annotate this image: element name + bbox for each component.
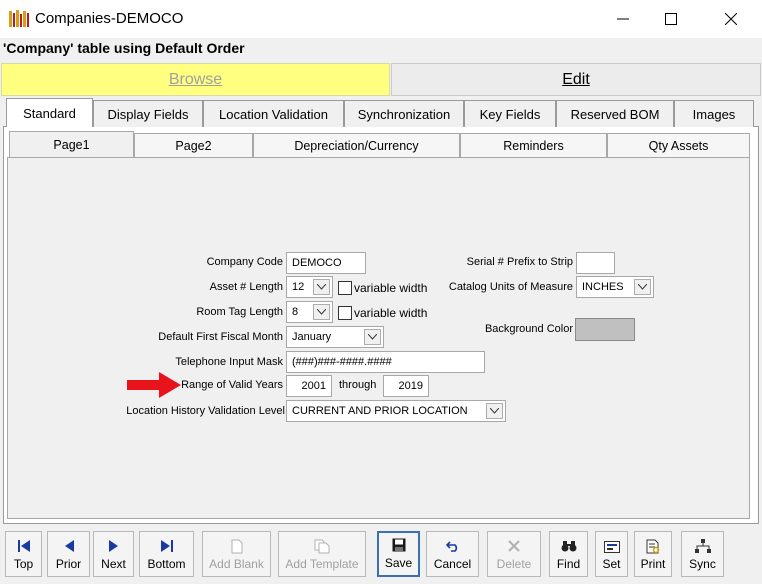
- catalog-units-label: Catalog Units of Measure: [448, 281, 573, 293]
- add-template-button[interactable]: Add Template: [278, 531, 366, 577]
- save-label: Save: [384, 556, 413, 570]
- find-button[interactable]: Find: [549, 531, 588, 577]
- first-record-icon: [17, 537, 30, 555]
- maximize-icon: [665, 13, 677, 25]
- table-order-header: 'Company' table using Default Order: [0, 38, 762, 60]
- bottom-button[interactable]: Bottom: [139, 531, 194, 577]
- room-tag-variable-width-checkbox[interactable]: [338, 306, 352, 320]
- background-color-swatch[interactable]: [575, 318, 635, 341]
- cancel-label: Cancel: [433, 557, 472, 571]
- minimize-button[interactable]: [600, 0, 646, 38]
- phone-mask-input[interactable]: (###)###-####.####: [286, 351, 485, 373]
- next-label: Next: [101, 557, 126, 571]
- tab-reserved-bom[interactable]: Reserved BOM: [556, 100, 674, 127]
- subtab-page2[interactable]: Page2: [134, 133, 253, 157]
- maximize-button[interactable]: [648, 0, 694, 38]
- asset-variable-width-checkbox[interactable]: [338, 281, 352, 295]
- cancel-button[interactable]: Cancel: [426, 531, 479, 577]
- set-icon: [603, 537, 620, 555]
- next-button[interactable]: Next: [93, 531, 134, 577]
- chevron-down-icon: [313, 279, 330, 295]
- tab-images[interactable]: Images: [674, 100, 754, 127]
- undo-icon: [445, 537, 460, 555]
- print-label: Print: [640, 557, 666, 571]
- through-label: through: [339, 379, 377, 391]
- chevron-down-icon: [313, 304, 330, 320]
- background-color-label: Background Color: [484, 323, 573, 335]
- minimize-icon: [617, 18, 629, 20]
- app-icon: [9, 9, 31, 29]
- top-button[interactable]: Top: [5, 531, 42, 577]
- tab-key-fields[interactable]: Key Fields: [464, 100, 556, 127]
- floppy-disk-icon: [392, 536, 406, 554]
- add-blank-button[interactable]: Add Blank: [202, 531, 271, 577]
- network-icon: [694, 537, 711, 555]
- asset-length-select[interactable]: 12: [286, 276, 333, 298]
- find-label: Find: [556, 557, 581, 571]
- template-icon: [314, 537, 330, 555]
- prior-button[interactable]: Prior: [47, 531, 90, 577]
- print-button[interactable]: Print: [634, 531, 672, 577]
- chevron-down-icon: [634, 279, 651, 295]
- catalog-units-value: INCHES: [582, 281, 624, 293]
- print-preview-icon: [646, 537, 660, 555]
- set-label: Set: [602, 557, 621, 571]
- chevron-down-icon: [364, 329, 381, 345]
- subtab-qty-assets[interactable]: Qty Assets: [607, 133, 750, 157]
- tab-synchronization[interactable]: Synchronization: [344, 100, 464, 127]
- set-button[interactable]: Set: [595, 531, 628, 577]
- fiscal-month-select[interactable]: January: [286, 326, 384, 348]
- phone-mask-label: Telephone Input Mask: [175, 356, 283, 368]
- add-blank-label: Add Blank: [209, 557, 264, 571]
- serial-prefix-input[interactable]: [576, 252, 615, 274]
- delete-label: Delete: [496, 557, 532, 571]
- tab-display-fields[interactable]: Display Fields: [93, 100, 203, 127]
- next-record-icon: [108, 537, 119, 555]
- sync-label: Sync: [689, 557, 716, 571]
- tab-standard[interactable]: Standard: [6, 98, 93, 127]
- delete-button[interactable]: Delete: [487, 531, 541, 577]
- history-level-value: CURRENT AND PRIOR LOCATION: [292, 405, 468, 417]
- serial-prefix-label: Serial # Prefix to Strip: [466, 256, 573, 268]
- close-button[interactable]: [708, 0, 754, 38]
- last-record-icon: [160, 537, 173, 555]
- asset-length-label: Asset # Length: [209, 281, 283, 293]
- delete-x-icon: [508, 537, 520, 555]
- chevron-down-icon: [486, 403, 503, 419]
- room-tag-variable-width-label: variable width: [354, 306, 428, 320]
- bottom-label: Bottom: [147, 557, 186, 571]
- tab-location-validation[interactable]: Location Validation: [203, 100, 344, 127]
- asset-length-value: 12: [292, 281, 305, 293]
- save-button[interactable]: Save: [377, 531, 420, 577]
- room-tag-length-select[interactable]: 8: [286, 301, 333, 323]
- close-icon: [725, 13, 737, 25]
- blank-page-icon: [231, 537, 243, 555]
- binoculars-icon: [561, 537, 577, 555]
- valid-years-label: Range of Valid Years: [181, 379, 283, 391]
- room-tag-length-label: Room Tag Length: [196, 306, 283, 318]
- subtab-page1[interactable]: Page1: [9, 131, 134, 157]
- history-level-label: Location History Validation Level: [126, 405, 285, 417]
- catalog-units-select[interactable]: INCHES: [576, 276, 654, 298]
- edit-mode-button[interactable]: Edit: [391, 63, 761, 96]
- asset-variable-width-label: variable width: [354, 281, 428, 295]
- company-code-input[interactable]: DEMOCO: [286, 252, 366, 274]
- valid-years-from-input[interactable]: 2001: [286, 375, 332, 397]
- history-level-select[interactable]: CURRENT AND PRIOR LOCATION: [286, 400, 506, 422]
- prior-record-icon: [64, 537, 74, 555]
- fiscal-month-label: Default First Fiscal Month: [158, 331, 283, 343]
- top-label: Top: [13, 557, 34, 571]
- fiscal-month-value: January: [292, 331, 332, 343]
- window-title: Companies-DEMOCO: [35, 10, 184, 27]
- browse-mode-button[interactable]: Browse: [1, 63, 390, 96]
- subtab-reminders[interactable]: Reminders: [460, 133, 607, 157]
- valid-years-to-input[interactable]: 2019: [383, 375, 429, 397]
- room-tag-length-value: 8: [292, 306, 299, 318]
- add-template-label: Add Template: [285, 557, 359, 571]
- sync-button[interactable]: Sync: [681, 531, 724, 577]
- company-code-label: Company Code: [206, 256, 283, 268]
- subtab-depreciation-currency[interactable]: Depreciation/Currency: [253, 133, 460, 157]
- prior-label: Prior: [55, 557, 82, 571]
